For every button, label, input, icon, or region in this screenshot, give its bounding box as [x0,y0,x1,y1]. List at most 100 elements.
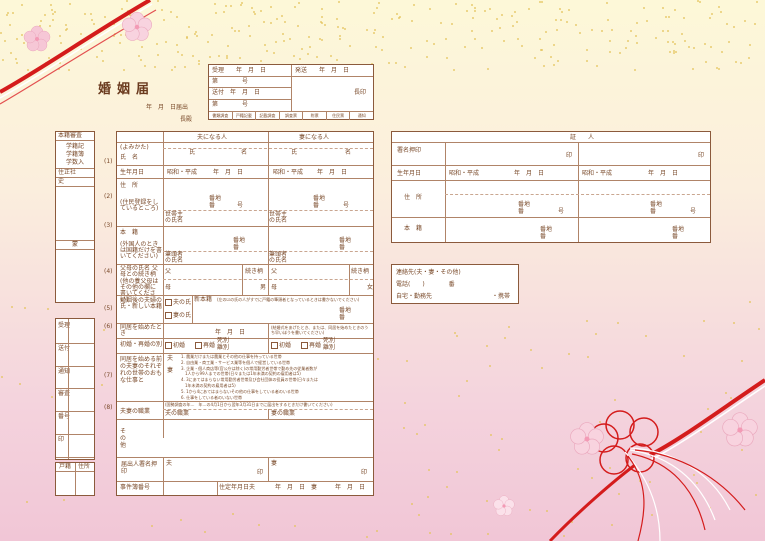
family-name-label: 氏 [189,149,196,156]
address-note: (住民登録をしているところ) [120,199,159,212]
ymd-label: 年 月 日 [648,170,679,177]
strip-item: 学籍記 [66,143,85,150]
ban-label: 番 [339,314,346,321]
new-honseki-label: 婚姻後の夫婦の 氏・新しい本籍 [120,297,163,310]
addressee: 長殿 [180,116,193,123]
seal-mark: 印 [566,152,573,159]
go-label: 号 [690,208,697,215]
witness-honseki-label: 本 籍 [404,225,423,232]
wife-short: 妻 [167,367,174,374]
given-name-label: 名 [345,149,352,156]
son-label: 男 [260,284,267,291]
reception-footer-cell: 戸籍記載 [233,112,257,120]
signer-label: 届出人署名押印 [121,461,158,475]
remarriage-checkbox[interactable]: 再婚 [195,342,215,349]
cohabit-label: 同居を始めたとき [120,324,163,337]
strip-item: 学数入 [66,159,85,166]
go-label: 号 [237,202,244,209]
ymd-label: 年 月 日 [335,484,366,491]
first-marriage-checkbox[interactable]: 初婚 [165,342,185,349]
husband-job-label: 夫の職業 [165,410,190,417]
father-label: 父 [271,268,278,275]
name-label: 氏 名 [120,154,139,161]
householder-label: 世帯主の氏名 [269,211,288,224]
seal-mark: 印 [698,152,705,159]
ban-label: 番 [209,202,216,209]
parents-label: 父母の氏名 父母との続き柄 [120,265,158,278]
husband-signature-label: 夫 [166,460,173,467]
wife-name-checkbox[interactable]: 妻の氏 [165,312,191,319]
husband-name-checkbox[interactable]: 夫の氏 [165,299,191,306]
reception-right: 発送 年 月 日 [295,67,350,74]
head-of-registry-label: 筆頭者の氏名 [165,251,184,264]
era-label: 昭和・平成 [273,169,304,176]
birth-date-label: 生年月日 [120,169,145,176]
row-number: (4) [104,268,113,275]
reception-right: 長印 [354,89,367,96]
reception-row: 送付 年 月 日 [212,89,261,96]
ban-label: 番 [540,233,547,240]
householder-label: 世帯主の氏名 [165,211,184,224]
wife-short: 妻 [311,484,318,491]
row-number: (3) [104,222,113,229]
remarriage-checkbox[interactable]: 再婚 [301,342,321,349]
left-footer-box: 戸籍 住所 [55,462,95,496]
honseki-note: (外国人のときは国籍だけを書いてください) [120,241,163,260]
occupation-label: 夫妻の職業 [120,408,151,415]
era-label: 昭和・平成 [167,169,198,176]
fixed-date-label: 住定年月日 [219,484,250,491]
first-marriage-checkbox[interactable]: 初婚 [271,342,291,349]
footer-label: 住所 [78,463,91,470]
seal-mark: 印 [257,469,264,476]
row-number: (7) [104,372,113,379]
contact-phone[interactable]: 電話( ) 番 [396,281,455,288]
row-number: (2) [104,193,113,200]
reception-footer-cell: 附票 [303,112,327,120]
contact-box: 連絡先(夫・妻・その他) 電話( ) 番 自宅・勤務先 ・携帯 [391,264,519,304]
go-label: 号 [343,202,350,209]
lower-strip-label: 印 [58,435,65,443]
witness-signature-label: 署名押印 [397,147,422,154]
era-label: 昭和・平成 [449,170,480,177]
ban-label: 番 [672,233,679,240]
daughter-label: 女 [367,284,374,291]
relation-label: 続き柄 [245,268,264,275]
remarriage-label: 初婚・再婚の別 [120,341,163,348]
witness-title: 証 人 [570,134,595,141]
divorce-label: 離別 [217,344,230,351]
ymd-label: 年 月 日 [215,329,246,336]
strip-item: 学籍簿 [66,151,85,158]
address-label: 住 所 [120,182,139,189]
left-review-strip: 本籍審査 学籍記 学籍簿 学数入 住正社 史 蒙 [55,131,95,303]
mizuhiki-knot-bottom-right [548,378,765,541]
witness-birth-label: 生年月日 [397,170,422,177]
divorce-label: 離別 [323,344,336,351]
row-number: (5) [104,305,113,312]
strip-item: 住正社 [58,169,77,176]
new-honseki-note: (左の☑の氏の人がすでに戸籍の筆頭者となっているときは書かないでください) [217,297,360,302]
go-label: 号 [558,208,565,215]
father-label: 父 [165,268,172,275]
left-lower-strip: 受理 送付 通知 審査 番号印 [55,318,95,460]
era-label: 昭和・平成 [582,170,613,177]
ban-label: 番 [313,202,320,209]
contact-mobile: ・携帯 [492,293,511,300]
row-number: (6) [104,323,113,330]
reception-row: 第 号 [212,78,249,85]
new-honseki-field-label: 新本籍 [194,296,213,303]
case-number-label: 事件簿番号 [120,484,151,491]
strip-header: 本籍審査 [58,132,83,139]
furigana-label: (よみかた) [120,144,149,151]
reception-footer-cell: 通知 [357,113,366,118]
wife-column-header: 妻になる人 [299,134,330,141]
strip-item: 史 [58,178,65,185]
job-option: 6. 仕事をしている者のいない世帯 [181,394,242,400]
cherry-blossom-icon [23,25,51,52]
honseki-label: 本 籍 [120,229,139,236]
mother-label: 母 [271,284,278,291]
footer-label: 戸籍 [59,463,72,470]
mother-label: 母 [165,284,172,291]
strip-item: 蒙 [72,241,79,248]
cohabit-note: (結婚式をあげたとき、または、同居を始めたときのうち早いほうを書いてください) [271,325,369,335]
cherry-blossom-icon [121,11,153,41]
